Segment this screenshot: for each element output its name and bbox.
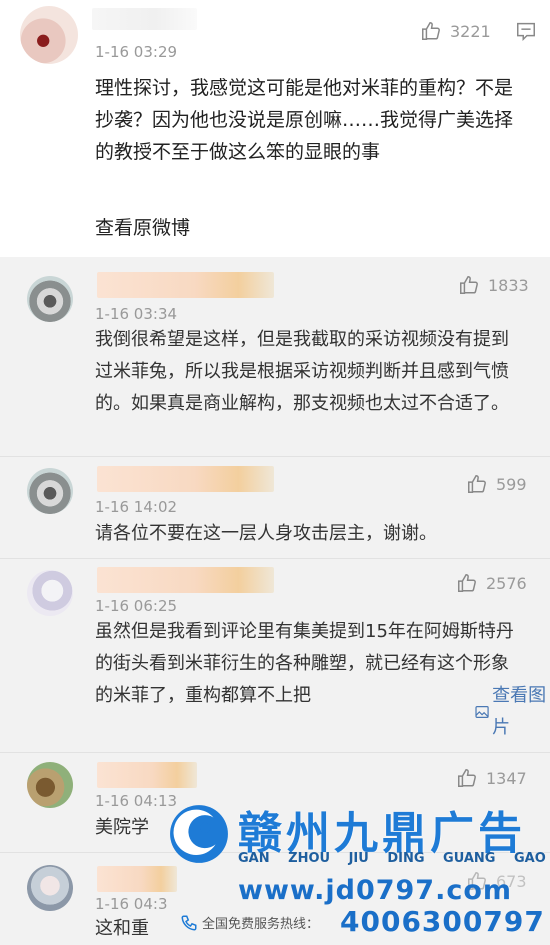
like-count: 2576 bbox=[486, 573, 527, 593]
reply-text: 请各位不要在这一层人身攻击层主，谢谢。 bbox=[95, 523, 437, 544]
watermark-phone: 4006300797 bbox=[340, 905, 545, 938]
image-icon bbox=[475, 706, 489, 718]
reply-text: 虽然但是我看到评论里有集美提到15年在阿姆斯特丹的街头看到米菲衍生的各种雕塑，就… bbox=[95, 621, 514, 706]
like-button[interactable]: 2576 bbox=[456, 572, 527, 594]
comment-icon[interactable] bbox=[515, 20, 537, 42]
comment-time: 1-16 06:25 bbox=[95, 597, 178, 615]
like-count: 1347 bbox=[486, 768, 527, 788]
avatar[interactable] bbox=[27, 762, 73, 808]
like-count: 599 bbox=[496, 474, 527, 494]
watermark-logo-icon bbox=[170, 805, 228, 863]
username-blurred[interactable] bbox=[97, 567, 274, 593]
like-button[interactable]: 1347 bbox=[456, 767, 527, 789]
watermark-pinyin: GAN ZHOU JIU DING GUANG GAO bbox=[238, 851, 546, 866]
like-button[interactable]: 3221 bbox=[420, 20, 491, 42]
reply-text: 我倒很希望是这样，但是我截取的采访视频没有提到过米菲兔，所以我是根据采访视频判断… bbox=[95, 329, 509, 414]
username-blurred[interactable] bbox=[97, 272, 274, 298]
view-image-link[interactable]: 查看图片 bbox=[474, 680, 550, 744]
divider bbox=[0, 558, 550, 559]
username-blurred[interactable] bbox=[97, 466, 274, 492]
username-blurred[interactable] bbox=[92, 8, 197, 30]
thumbs-up-icon bbox=[458, 769, 476, 787]
thumbs-up-icon bbox=[458, 574, 476, 592]
avatar[interactable] bbox=[20, 6, 78, 64]
watermark-hotline-label: 全国免费服务热线： bbox=[202, 917, 320, 932]
thumbs-up-icon bbox=[422, 22, 440, 40]
thumbs-up-icon bbox=[468, 475, 486, 493]
divider bbox=[0, 752, 550, 753]
main-comment: 1-16 03:29 3221 理性探讨，我感觉这可能是他对米菲的重构？不是抄袭… bbox=[0, 0, 550, 255]
watermark-hotline: 全国免费服务热线： bbox=[180, 913, 319, 932]
view-original-link[interactable]: 查看原微博 bbox=[95, 212, 190, 244]
like-button[interactable]: 1833 bbox=[458, 274, 529, 296]
comment-time: 1-16 03:34 bbox=[95, 305, 178, 323]
avatar[interactable] bbox=[27, 276, 73, 322]
avatar[interactable] bbox=[27, 865, 73, 911]
comment-time: 1-16 14:02 bbox=[95, 498, 178, 516]
like-count: 1833 bbox=[488, 275, 529, 295]
like-count: 3221 bbox=[450, 21, 491, 41]
divider bbox=[0, 456, 550, 457]
comment-time: 1-16 03:29 bbox=[95, 43, 178, 61]
comment-text: 理性探讨，我感觉这可能是他对米菲的重构？不是抄袭？因为他也没说是原创嘛……我觉得… bbox=[95, 77, 514, 163]
view-image-label: 查看图片 bbox=[492, 685, 547, 738]
advertiser-watermark: 赣州九鼎广告 GAN ZHOU JIU DING GUANG GAO www.j… bbox=[150, 795, 550, 945]
watermark-url: www.jd0797.com bbox=[238, 875, 513, 906]
like-button[interactable]: 599 bbox=[466, 473, 527, 495]
thumbs-up-icon bbox=[460, 276, 478, 294]
username-blurred[interactable] bbox=[97, 762, 197, 788]
avatar[interactable] bbox=[27, 468, 73, 514]
avatar[interactable] bbox=[27, 570, 73, 616]
phone-icon bbox=[181, 915, 197, 931]
